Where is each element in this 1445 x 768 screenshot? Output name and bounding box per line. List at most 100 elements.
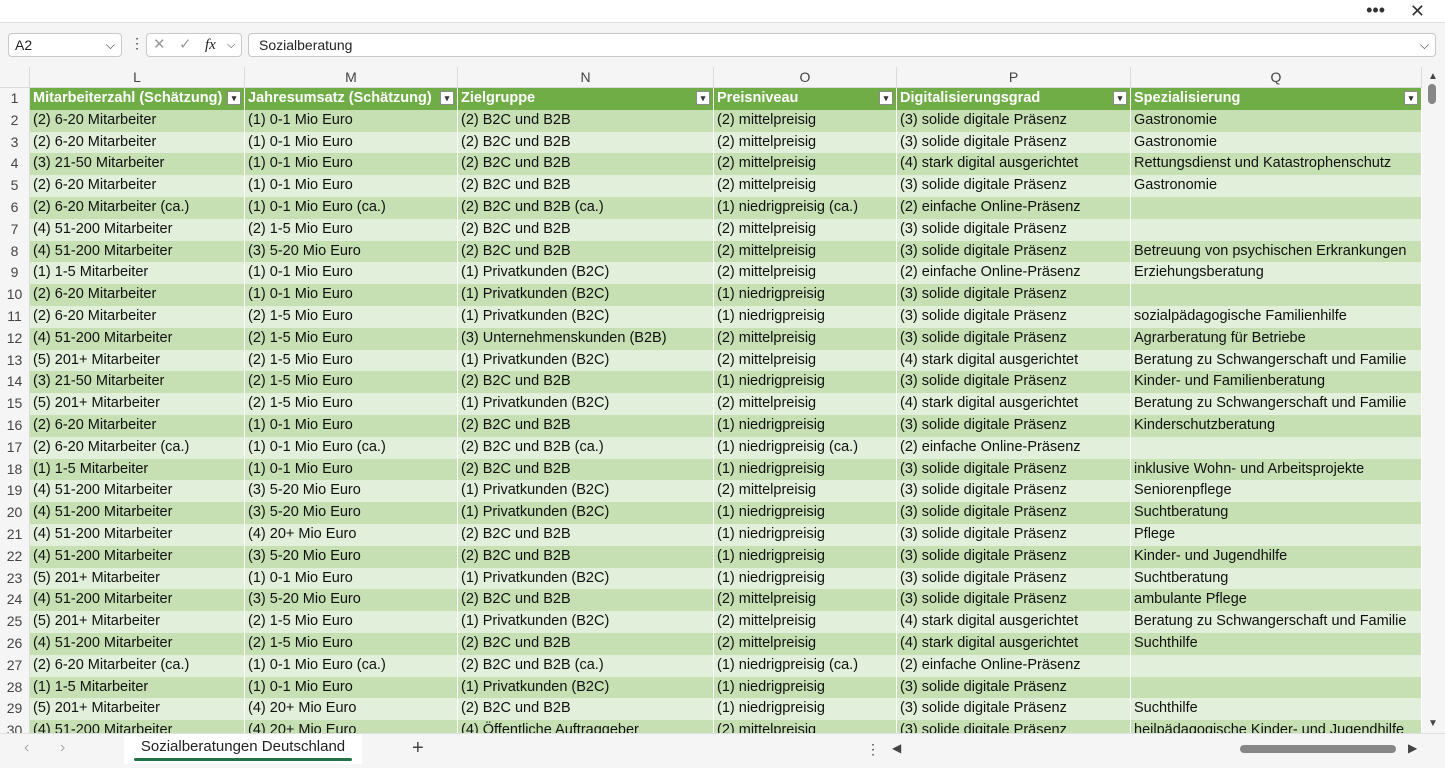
row-header[interactable]: 5 bbox=[0, 175, 30, 197]
next-sheet-icon[interactable]: › bbox=[60, 739, 65, 757]
table-cell[interactable]: (3) solide digitale Präsenz bbox=[897, 131, 1131, 154]
table-cell[interactable]: (1) 0-1 Mio Euro bbox=[245, 676, 458, 699]
header-cell[interactable]: Jahresumsatz (Schätzung) ▾ bbox=[245, 88, 458, 110]
table-cell[interactable]: (3) solide digitale Präsenz bbox=[897, 502, 1131, 524]
table-cell[interactable]: Suchthilfe bbox=[1131, 698, 1422, 721]
table-cell[interactable]: (2) B2C und B2B (ca.) bbox=[458, 197, 714, 219]
table-cell[interactable]: (2) 1-5 Mio Euro bbox=[245, 306, 458, 328]
table-cell[interactable]: Seniorenpflege bbox=[1131, 480, 1422, 503]
table-cell[interactable]: (5) 201+ Mitarbeiter bbox=[30, 698, 245, 721]
row-header[interactable]: 26 bbox=[0, 633, 30, 655]
table-cell[interactable]: (2) 6-20 Mitarbeiter (ca.) bbox=[30, 197, 245, 219]
table-cell[interactable]: (2) 6-20 Mitarbeiter bbox=[30, 284, 245, 306]
table-cell[interactable]: (4) 20+ Mio Euro bbox=[245, 698, 458, 721]
table-cell[interactable]: (2) einfache Online-Präsenz bbox=[897, 654, 1131, 677]
row-header[interactable]: 7 bbox=[0, 218, 30, 241]
table-cell[interactable]: Pflege bbox=[1131, 524, 1422, 546]
table-cell[interactable]: (3) solide digitale Präsenz bbox=[897, 698, 1131, 721]
table-cell[interactable]: (2) B2C und B2B bbox=[458, 240, 714, 263]
table-cell[interactable]: (1) Privatkunden (B2C) bbox=[458, 502, 714, 524]
table-cell[interactable] bbox=[1131, 284, 1422, 306]
table-cell[interactable]: Betreuung von psychischen Erkrankungen bbox=[1131, 240, 1422, 263]
table-cell[interactable]: (1) niedrigpreisig (ca.) bbox=[714, 197, 897, 219]
table-cell[interactable]: (4) 51-200 Mitarbeiter bbox=[30, 589, 245, 612]
filter-dropdown-icon[interactable]: ▾ bbox=[227, 91, 241, 105]
select-all-corner[interactable] bbox=[0, 67, 30, 88]
table-cell[interactable]: (1) Privatkunden (B2C) bbox=[458, 284, 714, 306]
table-cell[interactable]: (1) 0-1 Mio Euro (ca.) bbox=[245, 436, 458, 459]
table-cell[interactable]: (2) mittelpreisig bbox=[714, 218, 897, 241]
row-header[interactable]: 14 bbox=[0, 371, 30, 394]
table-cell[interactable]: (4) 20+ Mio Euro bbox=[245, 524, 458, 546]
table-cell[interactable]: (4) 51-200 Mitarbeiter bbox=[30, 633, 245, 655]
row-header[interactable]: 21 bbox=[0, 524, 30, 546]
row-header[interactable]: 13 bbox=[0, 349, 30, 372]
column-header-m[interactable]: M bbox=[245, 67, 458, 88]
cancel-icon[interactable]: ✕ bbox=[153, 34, 166, 56]
table-cell[interactable]: (3) Unternehmenskunden (B2B) bbox=[458, 327, 714, 350]
table-cell[interactable]: (4) 51-200 Mitarbeiter bbox=[30, 502, 245, 524]
scroll-up-icon[interactable]: ▲ bbox=[1428, 71, 1438, 82]
more-options-icon[interactable]: ••• bbox=[1366, 0, 1385, 20]
table-cell[interactable]: Suchtberatung bbox=[1131, 567, 1422, 590]
table-cell[interactable] bbox=[1131, 654, 1422, 677]
table-cell[interactable]: (1) 0-1 Mio Euro bbox=[245, 458, 458, 481]
row-header[interactable]: 16 bbox=[0, 415, 30, 437]
scroll-right-icon[interactable]: ▶ bbox=[1408, 741, 1417, 755]
table-cell[interactable]: ambulante Pflege bbox=[1131, 589, 1422, 612]
row-header[interactable]: 28 bbox=[0, 676, 30, 699]
table-cell[interactable]: (1) niedrigpreisig bbox=[714, 371, 897, 394]
table-cell[interactable]: (3) solide digitale Präsenz bbox=[897, 371, 1131, 394]
table-cell[interactable]: (3) solide digitale Präsenz bbox=[897, 240, 1131, 263]
row-header[interactable]: 20 bbox=[0, 502, 30, 524]
header-cell[interactable]: Spezialisierung ▾ bbox=[1131, 88, 1422, 110]
table-cell[interactable]: (4) 51-200 Mitarbeiter bbox=[30, 240, 245, 263]
table-cell[interactable]: (1) Privatkunden (B2C) bbox=[458, 306, 714, 328]
table-cell[interactable]: (2) 6-20 Mitarbeiter bbox=[30, 131, 245, 154]
table-cell[interactable]: (2) B2C und B2B (ca.) bbox=[458, 436, 714, 459]
column-header-l[interactable]: L bbox=[30, 67, 245, 88]
filter-dropdown-icon[interactable]: ▾ bbox=[879, 91, 893, 105]
table-cell[interactable]: (4) stark digital ausgerichtet bbox=[897, 633, 1131, 655]
table-cell[interactable]: (3) solide digitale Präsenz bbox=[897, 545, 1131, 568]
row-header[interactable]: 12 bbox=[0, 327, 30, 350]
table-cell[interactable]: (4) 51-200 Mitarbeiter bbox=[30, 545, 245, 568]
table-cell[interactable]: (1) 0-1 Mio Euro bbox=[245, 131, 458, 154]
row-header[interactable]: 17 bbox=[0, 436, 30, 459]
header-cell[interactable]: Digitalisierungsgrad ▾ bbox=[897, 88, 1131, 110]
table-cell[interactable]: inklusive Wohn- und Arbeitsprojekte bbox=[1131, 458, 1422, 481]
table-cell[interactable]: (3) solide digitale Präsenz bbox=[897, 567, 1131, 590]
table-cell[interactable]: (2) 6-20 Mitarbeiter bbox=[30, 415, 245, 437]
spreadsheet-grid[interactable]: ▲ ▼ L M N O P Q 1 Mitarbeiterzahl (Schätzung) ▾ J… bbox=[0, 67, 1445, 733]
table-cell[interactable]: (2) mittelpreisig bbox=[714, 327, 897, 350]
row-header[interactable]: 15 bbox=[0, 393, 30, 415]
table-cell[interactable] bbox=[1131, 436, 1422, 459]
table-cell[interactable]: (2) B2C und B2B (ca.) bbox=[458, 654, 714, 677]
table-cell[interactable]: (5) 201+ Mitarbeiter bbox=[30, 393, 245, 415]
filter-dropdown-icon[interactable]: ▾ bbox=[1404, 91, 1418, 105]
table-cell[interactable]: (2) 1-5 Mio Euro bbox=[245, 218, 458, 241]
table-cell[interactable]: (2) einfache Online-Präsenz bbox=[897, 262, 1131, 285]
table-cell[interactable]: (2) mittelpreisig bbox=[714, 480, 897, 503]
filter-dropdown-icon[interactable]: ▾ bbox=[696, 91, 710, 105]
table-cell[interactable]: Gastronomie bbox=[1131, 109, 1422, 132]
filter-dropdown-icon[interactable]: ▾ bbox=[1113, 91, 1127, 105]
table-cell[interactable]: (3) 21-50 Mitarbeiter bbox=[30, 371, 245, 394]
table-cell[interactable]: Suchtberatung bbox=[1131, 502, 1422, 524]
table-cell[interactable]: Gastronomie bbox=[1131, 175, 1422, 197]
table-cell[interactable]: sozialpädagogische Familienhilfe bbox=[1131, 306, 1422, 328]
expand-formula-icon[interactable]: ⌵ bbox=[1420, 34, 1429, 56]
table-cell[interactable]: (2) mittelpreisig bbox=[714, 589, 897, 612]
table-cell[interactable]: (4) stark digital ausgerichtet bbox=[897, 393, 1131, 415]
table-cell[interactable]: (2) mittelpreisig bbox=[714, 153, 897, 176]
table-cell[interactable]: (3) solide digitale Präsenz bbox=[897, 589, 1131, 612]
table-cell[interactable]: (1) 1-5 Mitarbeiter bbox=[30, 262, 245, 285]
table-cell[interactable]: (5) 201+ Mitarbeiter bbox=[30, 611, 245, 633]
table-cell[interactable]: (2) B2C und B2B bbox=[458, 153, 714, 176]
table-cell[interactable]: (3) 21-50 Mitarbeiter bbox=[30, 153, 245, 176]
row-header[interactable]: 25 bbox=[0, 611, 30, 633]
table-cell[interactable]: (1) Privatkunden (B2C) bbox=[458, 611, 714, 633]
table-cell[interactable]: (2) B2C und B2B bbox=[458, 698, 714, 721]
table-cell[interactable]: (1) 0-1 Mio Euro (ca.) bbox=[245, 197, 458, 219]
table-cell[interactable]: (1) niedrigpreisig bbox=[714, 306, 897, 328]
